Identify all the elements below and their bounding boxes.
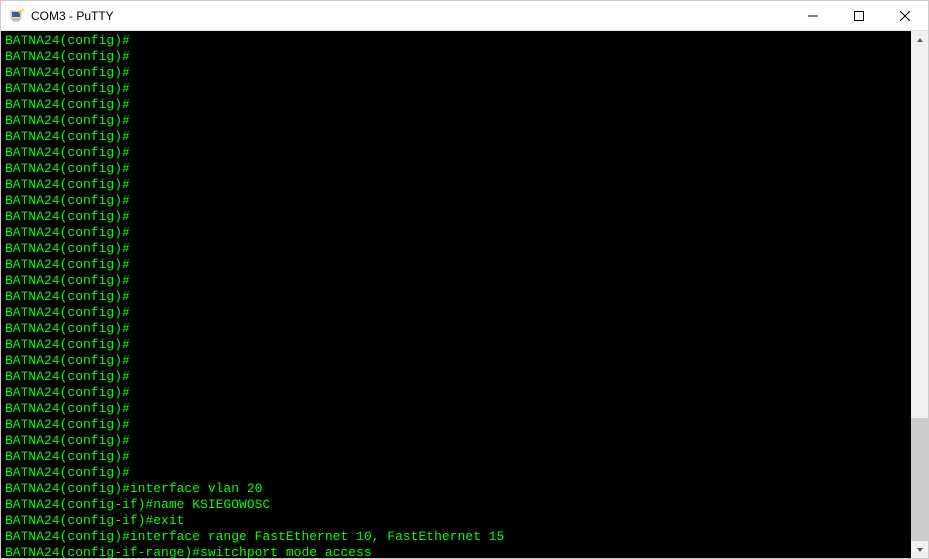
scroll-thumb[interactable] [911, 418, 928, 541]
terminal-line: BATNA24(config)# [5, 161, 907, 177]
window-controls [790, 1, 928, 30]
terminal-line: BATNA24(config)# [5, 225, 907, 241]
content-area: BATNA24(config)#BATNA24(config)#BATNA24(… [1, 31, 928, 558]
minimize-button[interactable] [790, 1, 836, 30]
terminal-line: BATNA24(config)# [5, 97, 907, 113]
terminal-line: BATNA24(config)#interface range FastEthe… [5, 529, 907, 545]
terminal-line: BATNA24(config)#interface vlan 20 [5, 481, 907, 497]
titlebar[interactable]: COM3 - PuTTY [1, 1, 928, 31]
terminal-line: BATNA24(config)# [5, 209, 907, 225]
terminal-line: BATNA24(config)# [5, 145, 907, 161]
window-title: COM3 - PuTTY [31, 9, 790, 23]
putty-window: COM3 - PuTTY BATNA24(config)#BATNA24(con… [0, 0, 929, 559]
terminal-line: BATNA24(config)# [5, 193, 907, 209]
terminal-line: BATNA24(config)# [5, 465, 907, 481]
terminal-line: BATNA24(config-if-range)#switchport mode… [5, 545, 907, 558]
scrollbar[interactable] [911, 31, 928, 558]
terminal-line: BATNA24(config)# [5, 433, 907, 449]
terminal-line: BATNA24(config-if)#name KSIEGOWOSC [5, 497, 907, 513]
putty-icon [9, 8, 25, 24]
terminal-line: BATNA24(config)# [5, 369, 907, 385]
terminal-line: BATNA24(config)# [5, 305, 907, 321]
terminal-line: BATNA24(config)# [5, 337, 907, 353]
terminal-line: BATNA24(config)# [5, 417, 907, 433]
terminal-line: BATNA24(config-if)#exit [5, 513, 907, 529]
terminal-line: BATNA24(config)# [5, 33, 907, 49]
terminal-line: BATNA24(config)# [5, 401, 907, 417]
terminal-line: BATNA24(config)# [5, 273, 907, 289]
terminal-output[interactable]: BATNA24(config)#BATNA24(config)#BATNA24(… [1, 31, 911, 558]
terminal-line: BATNA24(config)# [5, 289, 907, 305]
scroll-up-button[interactable] [911, 31, 928, 48]
terminal-line: BATNA24(config)# [5, 177, 907, 193]
scroll-track[interactable] [911, 48, 928, 541]
terminal-line: BATNA24(config)# [5, 129, 907, 145]
close-button[interactable] [882, 1, 928, 30]
terminal-line: BATNA24(config)# [5, 449, 907, 465]
terminal-line: BATNA24(config)# [5, 385, 907, 401]
terminal-line: BATNA24(config)# [5, 49, 907, 65]
scroll-down-button[interactable] [911, 541, 928, 558]
terminal-line: BATNA24(config)# [5, 65, 907, 81]
terminal-line: BATNA24(config)# [5, 241, 907, 257]
maximize-button[interactable] [836, 1, 882, 30]
terminal-line: BATNA24(config)# [5, 353, 907, 369]
terminal-line: BATNA24(config)# [5, 257, 907, 273]
terminal-line: BATNA24(config)# [5, 113, 907, 129]
terminal-line: BATNA24(config)# [5, 81, 907, 97]
terminal-line: BATNA24(config)# [5, 321, 907, 337]
